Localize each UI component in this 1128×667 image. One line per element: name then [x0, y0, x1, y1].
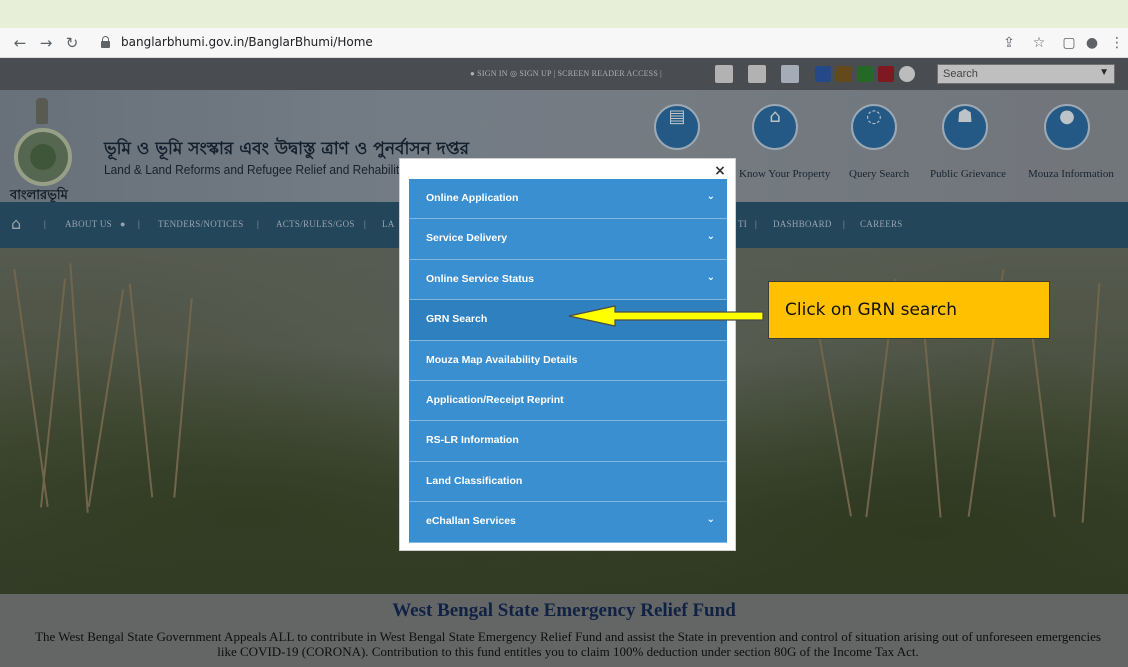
browser-top-strip: [0, 0, 1128, 28]
profile-icon[interactable]: ●: [1083, 34, 1101, 52]
services-modal: × Online Application ⌄ Service Delivery …: [399, 158, 736, 551]
sidepanel-icon[interactable]: ▢: [1060, 34, 1078, 52]
annotation-text: Click on GRN search: [785, 300, 958, 320]
annotation-callout: Click on GRN search: [768, 281, 1050, 339]
menu-item-service-delivery[interactable]: Service Delivery ⌄: [409, 219, 727, 260]
menu-item-online-application[interactable]: Online Application ⌄: [409, 179, 727, 220]
lock-icon: [101, 36, 110, 48]
chevron-down-icon: ⌄: [706, 514, 715, 526]
menu-item-online-service-status[interactable]: Online Service Status ⌄: [409, 259, 727, 301]
menu-dots-icon[interactable]: ⋮: [1108, 34, 1126, 52]
menu-item-echallan-services[interactable]: eChallan Services ⌄: [409, 502, 727, 543]
share-icon[interactable]: ⇪: [1000, 34, 1018, 52]
back-arrow-icon[interactable]: ←: [10, 33, 30, 53]
chevron-down-icon: ⌄: [706, 191, 715, 202]
star-icon[interactable]: ☆: [1030, 34, 1048, 52]
services-menu: Online Application ⌄ Service Delivery ⌄ …: [409, 179, 727, 543]
forward-arrow-icon[interactable]: →: [36, 33, 56, 53]
chevron-down-icon: ⌄: [706, 231, 715, 243]
address-bar: ← → ↻ banglarbhumi.gov.in/BanglarBhumi/H…: [0, 28, 1128, 58]
annotation-arrow: [568, 305, 764, 327]
menu-item-application-receipt-reprint[interactable]: Application/Receipt Reprint: [409, 380, 727, 422]
url-text[interactable]: banglarbhumi.gov.in/BanglarBhumi/Home: [121, 35, 373, 49]
reload-icon[interactable]: ↻: [62, 33, 82, 53]
menu-item-land-classification[interactable]: Land Classification: [409, 461, 727, 503]
menu-item-mouza-map-availability[interactable]: Mouza Map Availability Details: [409, 340, 727, 381]
menu-item-rs-lr-information[interactable]: RS-LR Information: [409, 421, 727, 462]
close-icon[interactable]: ×: [713, 163, 727, 179]
chevron-down-icon: ⌄: [706, 271, 715, 283]
